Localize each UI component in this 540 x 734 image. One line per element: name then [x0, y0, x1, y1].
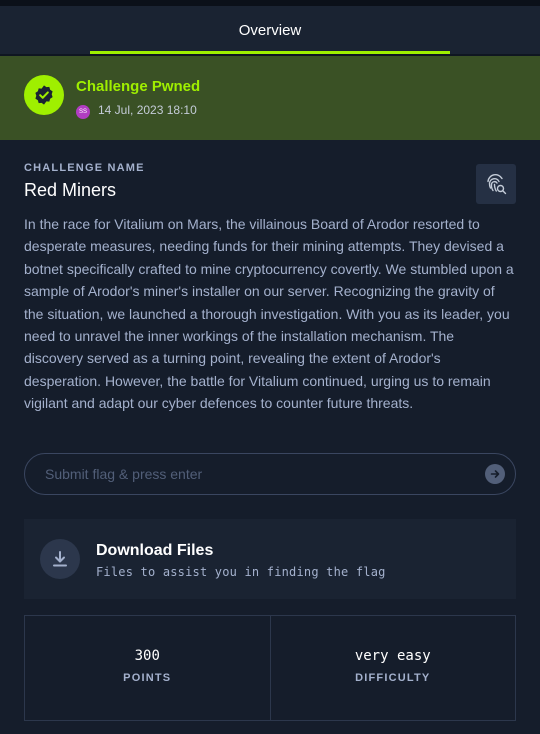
challenge-stats: 300 POINTS very easy DIFFICULTY [24, 615, 516, 721]
difficulty-label: DIFFICULTY [355, 672, 431, 684]
download-files-title: Download Files [96, 542, 214, 559]
arrow-right-icon [490, 470, 500, 478]
stat-points: 300 POINTS [25, 616, 270, 720]
flag-submit-box [24, 453, 516, 495]
download-files-card[interactable]: Download Files Files to assist you in fi… [24, 519, 516, 599]
challenge-description: In the race for Vitalium on Mars, the vi… [24, 216, 514, 412]
download-files-subtitle: Files to assist you in finding the flag [96, 565, 386, 579]
flag-input[interactable] [45, 454, 465, 494]
flag-submit-button[interactable] [485, 464, 505, 484]
verified-check-icon [24, 75, 64, 115]
tab-overview[interactable]: Overview [90, 6, 450, 54]
download-icon [40, 539, 80, 579]
pwned-date: 14 Jul, 2023 18:10 [98, 103, 197, 117]
difficulty-value: very easy [354, 648, 431, 664]
challenge-name-label: CHALLENGE NAME [24, 162, 145, 174]
fingerprint-search-icon [487, 174, 507, 195]
points-value: 300 [134, 648, 160, 664]
challenge-title: Red Miners [24, 180, 117, 200]
pwned-status-title: Challenge Pwned [76, 78, 201, 95]
user-avatar: SS [76, 105, 90, 119]
points-label: POINTS [123, 672, 172, 684]
pwned-banner: Challenge Pwned SS 14 Jul, 2023 18:10 [0, 56, 540, 140]
fingerprint-search-button[interactable] [476, 164, 516, 204]
stat-difficulty: very easy DIFFICULTY [269, 616, 516, 720]
tab-bar: Overview [0, 6, 540, 54]
